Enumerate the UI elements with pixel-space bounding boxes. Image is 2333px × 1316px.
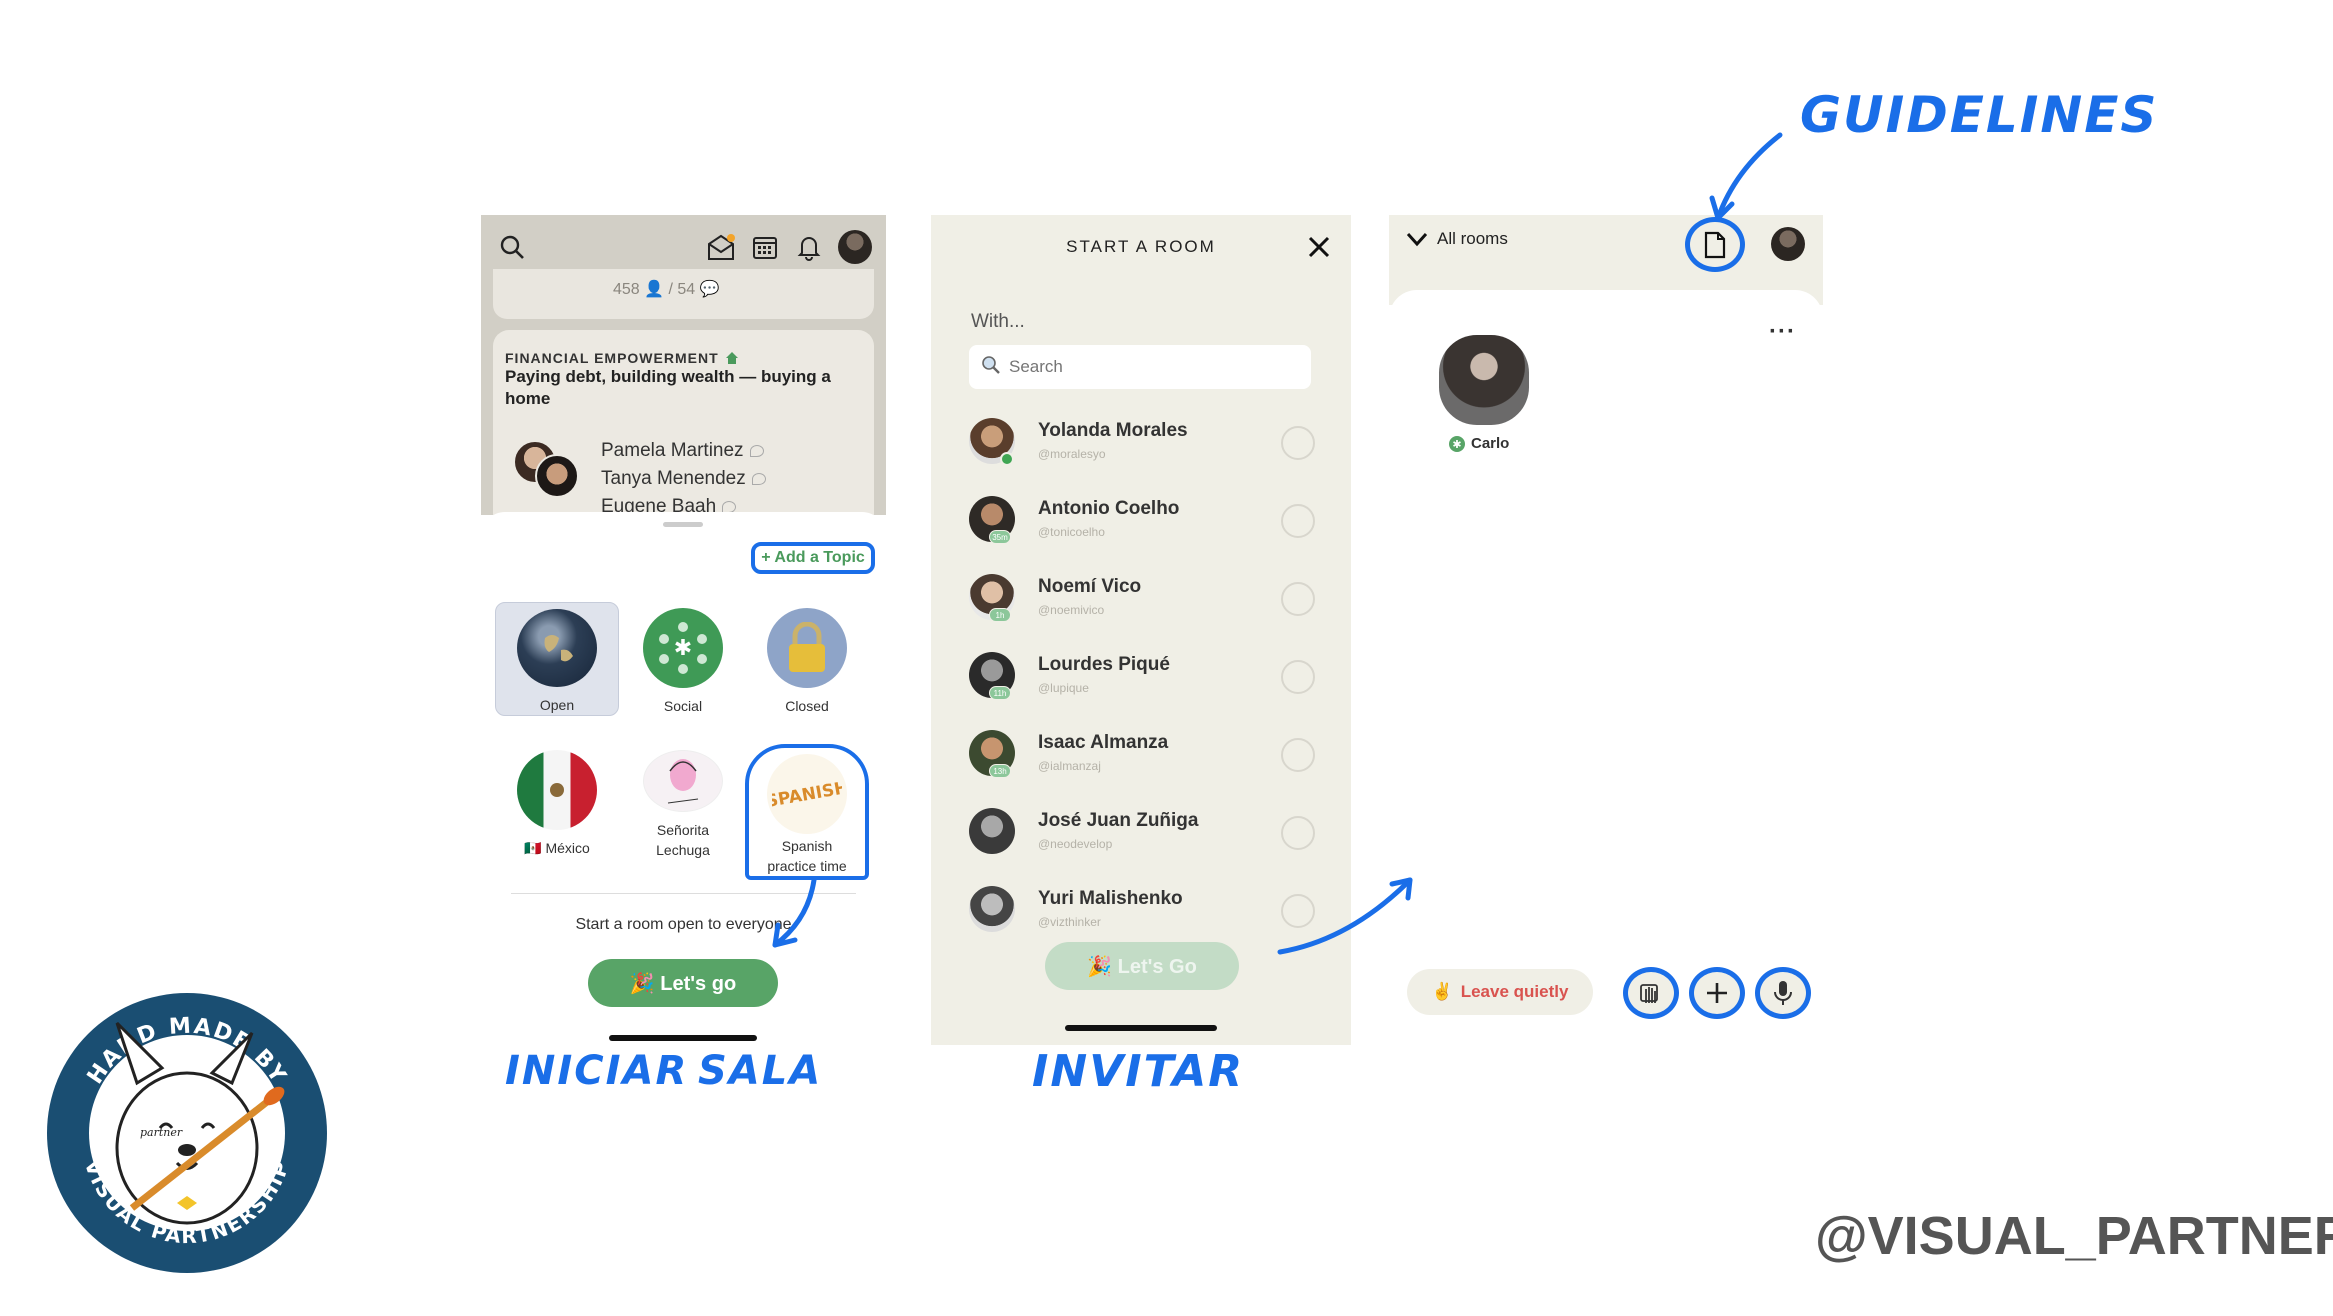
annotation-iniciar: INICIAR	[505, 1048, 689, 1094]
svg-text:partner: partner	[140, 1126, 183, 1139]
arrow-to-lets-go	[772, 877, 817, 948]
annotation-guidelines: GUIDELINES	[1800, 86, 2159, 144]
annotation-sala: SALA	[698, 1048, 823, 1094]
author-handle: @VISUAL_PARTNER	[1815, 1206, 2333, 1266]
annotation-arrows	[772, 132, 1783, 955]
annotation-invitar: INVITAR	[1032, 1046, 1245, 1097]
visual-partnership-badge-logo: HAND MADE BY VISUAL PARTNERSHIP partner	[47, 993, 327, 1273]
arrow-to-room	[1277, 877, 1413, 955]
